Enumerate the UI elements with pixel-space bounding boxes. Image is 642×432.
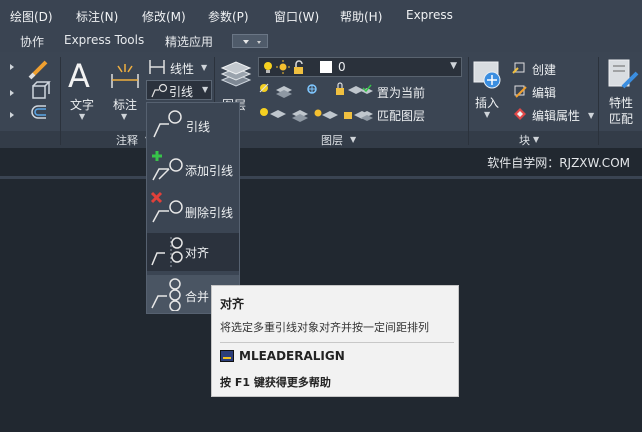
layer-properties-icon[interactable] <box>218 58 254 94</box>
layer-isolate-icon <box>276 86 292 98</box>
unlock-icon <box>294 60 303 74</box>
tab-collaborate[interactable]: 协作 <box>20 33 44 50</box>
chevron-down-icon: ▼ <box>450 61 457 71</box>
chevron-down-icon[interactable]: ▼ <box>121 112 127 121</box>
tab-overflow-dropdown[interactable] <box>232 34 268 48</box>
chevron-down-icon[interactable]: ▼ <box>588 111 594 120</box>
insert-block-label[interactable]: 插入 <box>475 94 499 111</box>
command-tooltip: 对齐 将选定多重引线对象对齐并按一定间距排列 MLEADERALIGN 按 F1… <box>211 285 459 397</box>
divider <box>220 342 454 343</box>
flyout-item-label: 对齐 <box>185 246 210 260</box>
flyout-item-label: 删除引线 <box>185 206 234 220</box>
menu-window[interactable]: 窗口(W) <box>274 8 319 25</box>
chevron-down-icon[interactable]: ▼ <box>79 112 85 121</box>
insert-block-icon[interactable] <box>472 58 506 92</box>
watermark-text: 软件自学网：RJZXW.COM <box>487 156 630 170</box>
leader-tool-button[interactable]: 引线 ▼ <box>146 80 212 100</box>
flyout-item-leader[interactable]: 引线 <box>147 105 239 143</box>
create-block-label[interactable]: 创建 <box>532 61 556 78</box>
menu-bar: 绘图(D) 标注(N) 修改(M) 参数(P) 窗口(W) 帮助(H) Expr… <box>0 0 642 30</box>
text-tool-icon[interactable]: A <box>68 57 90 95</box>
align-leader-icon <box>151 237 183 267</box>
menu-draw[interactable]: 绘图(D) <box>10 8 53 25</box>
offset-icon <box>31 105 46 119</box>
match-layer-icon <box>361 111 373 121</box>
flyout-item-remove-leader[interactable]: 删除引线 <box>147 189 239 227</box>
edit-attributes-label[interactable]: 编辑属性 <box>532 107 580 124</box>
menu-dimension[interactable]: 标注(N) <box>76 8 118 25</box>
flyout-item-add-leader[interactable]: 添加引线 <box>147 147 239 185</box>
leader-icon <box>151 83 168 98</box>
match-layer-label[interactable]: 匹配图层 <box>377 107 425 124</box>
chevron-down-icon[interactable]: ▼ <box>484 110 490 119</box>
layer-state-icons <box>264 60 303 74</box>
flyout-item-label: 引线 <box>186 120 211 134</box>
tooltip-command-name: MLEADERALIGN <box>239 349 345 363</box>
match-properties-icon[interactable] <box>605 57 639 91</box>
block-group-label: 块 <box>519 134 530 147</box>
edit-attributes-icon <box>514 108 526 120</box>
chevron-down-icon[interactable]: ▼ <box>201 63 207 72</box>
layer-freeze-icon <box>307 84 317 94</box>
sun-icon <box>276 60 290 74</box>
set-current-icon <box>361 84 373 94</box>
layer-tool-icons[interactable] <box>256 80 376 126</box>
chevron-down-icon[interactable]: ▼ <box>202 85 208 94</box>
linear-tool-label[interactable]: 线性 <box>170 60 194 77</box>
separator <box>598 57 599 145</box>
separator <box>468 57 469 145</box>
lightbulb-icon <box>264 62 272 73</box>
flyout-item-align[interactable]: 对齐 <box>147 233 239 271</box>
layer-off-icon <box>259 83 269 93</box>
edit-block-icon <box>514 85 527 98</box>
properties-label[interactable]: 特性 <box>609 94 633 111</box>
match-properties-label[interactable]: 匹配 <box>609 110 633 127</box>
menu-express[interactable]: Express <box>406 8 453 22</box>
separator <box>60 57 61 145</box>
layer-name-value: 0 <box>338 60 346 74</box>
ribbon-tab-bar: 协作 Express Tools 精选应用 <box>0 30 642 52</box>
tooltip-help-hint: 按 F1 键获得更多帮助 <box>220 376 331 389</box>
leader-flyout-menu: 引线 添加引线 删除引线 对齐 合并 <box>146 102 240 314</box>
text-tool-label[interactable]: 文字 <box>70 96 94 113</box>
pencil-icon <box>28 60 48 80</box>
create-block-icon <box>512 62 525 74</box>
leader-tool-label: 引线 <box>169 85 194 99</box>
flyout-item-label: 合并 <box>185 290 210 304</box>
tooltip-title: 对齐 <box>220 297 245 311</box>
layer-dropdown[interactable]: 0 ▼ <box>258 57 462 77</box>
chevron-down-icon <box>243 40 261 44</box>
layer-color-swatch <box>320 61 332 73</box>
tab-express-tools[interactable]: Express Tools <box>64 33 144 47</box>
layers-group-label: 图层 <box>321 134 343 147</box>
chevron-down-icon[interactable]: ▼ <box>350 135 356 144</box>
dimension-tool-label[interactable]: 标注 <box>113 96 137 113</box>
menu-help[interactable]: 帮助(H) <box>340 8 382 25</box>
menu-parametric[interactable]: 参数(P) <box>208 8 249 25</box>
edit-block-label[interactable]: 编辑 <box>532 84 556 101</box>
collect-leader-icon <box>151 278 181 311</box>
modify-tools-icons <box>10 60 51 119</box>
cube-icon <box>32 81 51 99</box>
layer-walk-icon <box>292 110 308 122</box>
add-leader-icon <box>152 151 183 181</box>
remove-leader-icon <box>150 191 183 223</box>
annotation-group-label: 注释 <box>116 134 138 147</box>
command-line-icon <box>220 350 234 362</box>
chevron-down-icon[interactable]: ▼ <box>533 135 539 144</box>
dimension-icon[interactable] <box>108 60 142 90</box>
layer-on-icon <box>260 108 286 118</box>
tooltip-description: 将选定多重引线对象对齐并按一定间距排列 <box>220 321 429 334</box>
menu-modify[interactable]: 修改(M) <box>142 8 186 25</box>
leader-icon <box>153 110 182 138</box>
layer-thaw-icon <box>314 109 338 119</box>
tab-featured-apps[interactable]: 精选应用 <box>165 33 213 50</box>
flyout-item-label: 添加引线 <box>185 164 234 178</box>
set-current-label[interactable]: 置为当前 <box>377 84 425 101</box>
linear-dimension-icon <box>149 60 165 74</box>
